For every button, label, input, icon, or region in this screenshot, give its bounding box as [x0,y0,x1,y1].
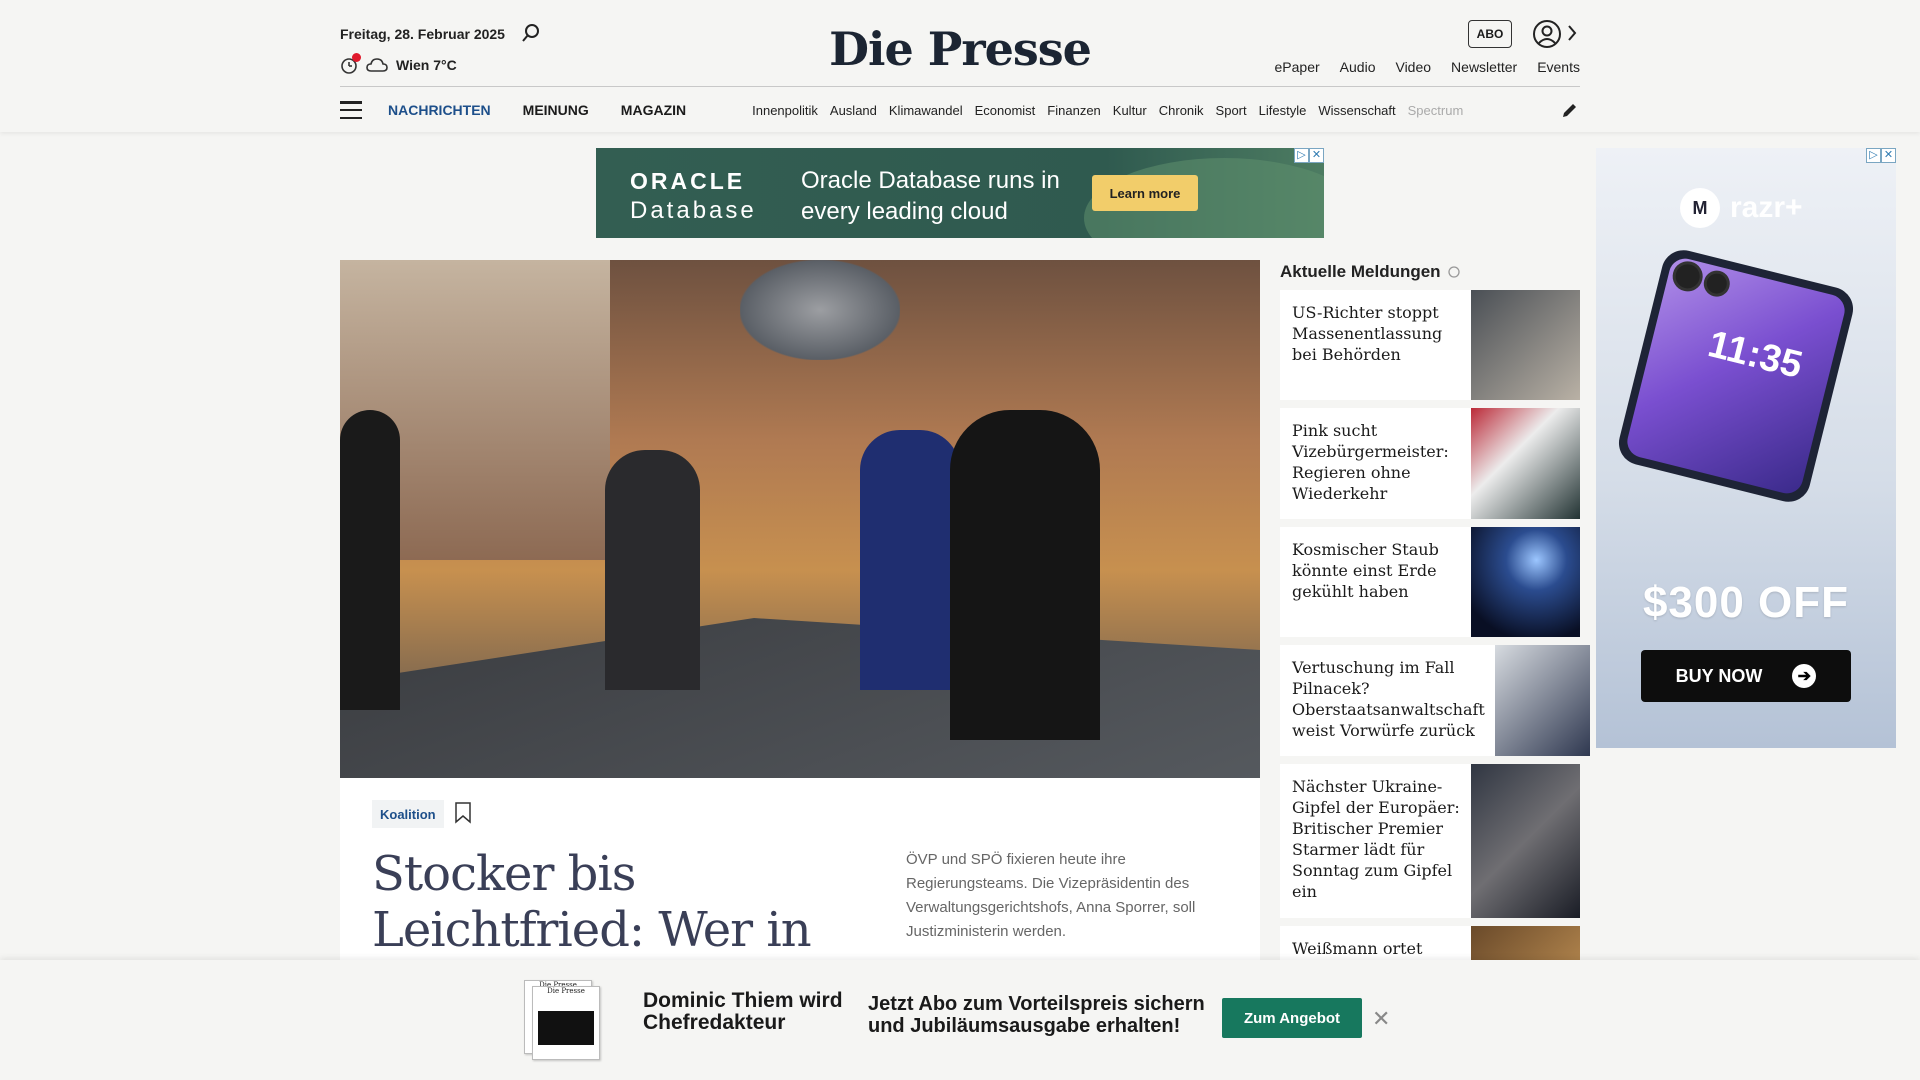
refresh-icon [1447,266,1460,278]
motorola-icon: M [1680,188,1720,228]
news-item[interactable]: Vertuschung im Fall Pilnacek? Oberstaats… [1280,645,1590,756]
close-icon[interactable]: ✕ [1372,1008,1390,1030]
news-thumbnail [1471,764,1580,918]
oracle-logo: ORACLE Database [630,168,757,224]
offer-text: $300 OFF [1642,578,1850,627]
newspaper-image: Die Presse Die Presse [524,980,600,1060]
nav-finanzen[interactable]: Finanzen [1047,103,1100,118]
nav-kultur[interactable]: Kultur [1113,103,1147,118]
news-item[interactable]: Pink sucht Vizebürgermeister: Regieren o… [1280,408,1580,519]
phone-image: 11:35 [1614,245,1858,507]
nav-spectrum[interactable]: Spectrum [1408,103,1464,118]
link-video[interactable]: Video [1395,59,1431,75]
latest-news: Aktuelle Meldungen US-Richter stoppt Mas… [1280,262,1590,994]
nav-magazin[interactable]: MAGAZIN [621,102,686,118]
oracle-banner-ad[interactable]: ORACLE Database Oracle Database runs in … [596,148,1324,238]
nav-chronik[interactable]: Chronik [1159,103,1204,118]
razr-logo: M razr+ [1680,188,1803,228]
lead-article[interactable]: Koalition Stocker bis Leichtfried: Wer i… [340,260,1260,1014]
site-logo[interactable]: Die Presse [0,22,1920,76]
main-navigation: NACHRICHTEN MEINUNG MAGAZIN Innenpolitik… [340,96,1580,124]
adchoices-icon[interactable]: ▷ ✕ [1294,148,1324,163]
subscription-promo-bar: Die Presse Die Presse Dominic Thiem wird… [0,960,1920,1080]
news-item[interactable]: US-Richter stoppt Massenentlassung bei B… [1280,290,1580,400]
zum-angebot-button[interactable]: Zum Angebot [1222,998,1362,1038]
section-navigation: Innenpolitik Ausland Klimawandel Economi… [752,103,1512,118]
learn-more-button[interactable]: Learn more [1092,175,1198,211]
news-thumbnail [1471,290,1580,400]
article-tag[interactable]: Koalition [372,800,444,828]
link-newsletter[interactable]: Newsletter [1451,59,1517,75]
header-divider [340,86,1580,87]
arrow-right-icon: ➔ [1792,664,1817,688]
nav-lifestyle[interactable]: Lifestyle [1259,103,1307,118]
menu-icon[interactable] [340,101,362,119]
news-thumbnail [1471,527,1580,637]
link-events[interactable]: Events [1537,59,1580,75]
lead-article-image[interactable] [340,260,1260,778]
news-thumbnail [1494,645,1590,756]
abo-button[interactable]: ABO [1468,20,1512,48]
nav-sport[interactable]: Sport [1216,103,1247,118]
nav-meinung[interactable]: MEINUNG [523,102,589,118]
nav-economist[interactable]: Economist [975,103,1036,118]
user-account-icon[interactable] [1532,19,1562,49]
promo-text: Jetzt Abo zum Vorteilspreis sichern und … [868,993,1205,1037]
bookmark-icon[interactable] [454,802,472,824]
link-epaper[interactable]: ePaper [1275,59,1320,75]
nav-nachrichten[interactable]: NACHRICHTEN [388,102,491,118]
latest-news-title: Aktuelle Meldungen [1280,262,1580,282]
nav-ausland[interactable]: Ausland [830,103,877,118]
nav-innenpolitik[interactable]: Innenpolitik [752,103,818,118]
site-header: Freitag, 28. Februar 2025 Wien 7°C Die P… [0,0,1920,132]
ad-headline: Oracle Database runs in every leading cl… [801,167,1060,225]
news-thumbnail [1471,408,1580,519]
quick-links: ePaper Audio Video Newsletter Events [1275,59,1580,75]
pencil-icon[interactable] [1560,100,1580,120]
lead-teaser: ÖVP und SPÖ fixieren heute ihre Regierun… [906,851,1196,940]
buy-now-button[interactable]: BUY NOW ➔ [1641,650,1851,702]
chevron-right-icon[interactable] [1566,23,1578,43]
razr-skyscraper-ad[interactable]: ▷ ✕ M razr+ 11:35 $300 OFF BUY NOW ➔ [1596,148,1896,748]
news-item[interactable]: Kosmischer Staub könnte einst Erde geküh… [1280,527,1580,637]
adchoices-icon[interactable]: ▷ ✕ [1866,148,1896,163]
news-item[interactable]: Nächster Ukraine-Gipfel der Europäer: Br… [1280,764,1580,918]
promo-headline: Dominic Thiem wird Chefredakteur [643,989,843,1034]
nav-wissenschaft[interactable]: Wissenschaft [1318,103,1395,118]
nav-klimawandel[interactable]: Klimawandel [889,103,963,118]
link-audio[interactable]: Audio [1340,59,1376,75]
